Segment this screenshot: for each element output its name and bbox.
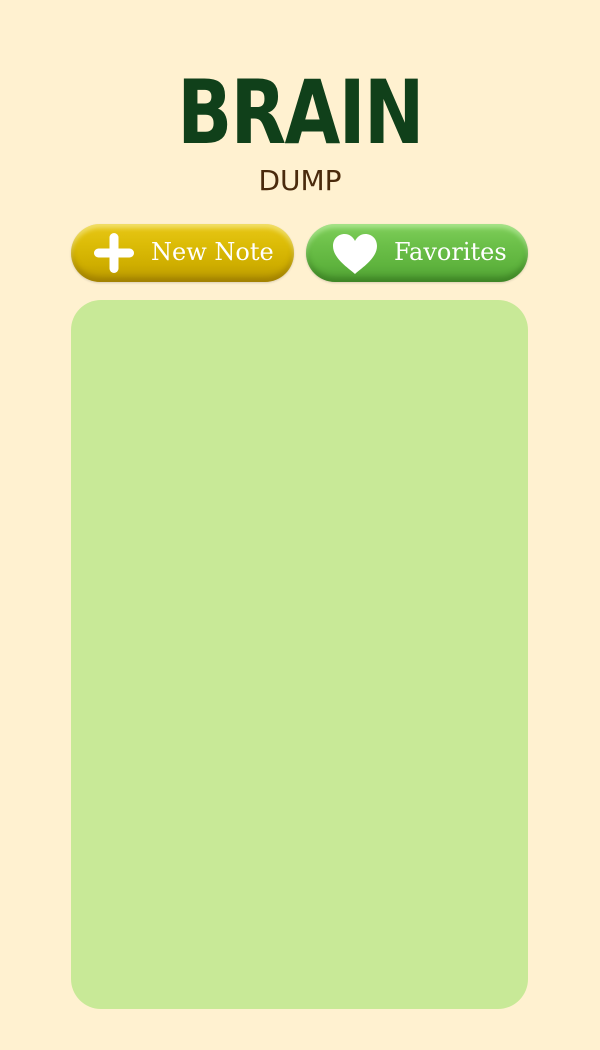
favorites-button[interactable]: Favorites [306,224,528,282]
favorites-label: Favorites [394,238,507,266]
heart-icon [333,234,377,274]
plus-icon [94,233,134,273]
app-subtitle: DUMP [258,164,342,197]
notes-panel[interactable] [71,300,528,1009]
app-title: BRAIN [177,61,424,164]
new-note-button[interactable]: New Note [71,224,294,282]
new-note-label: New Note [151,238,274,266]
